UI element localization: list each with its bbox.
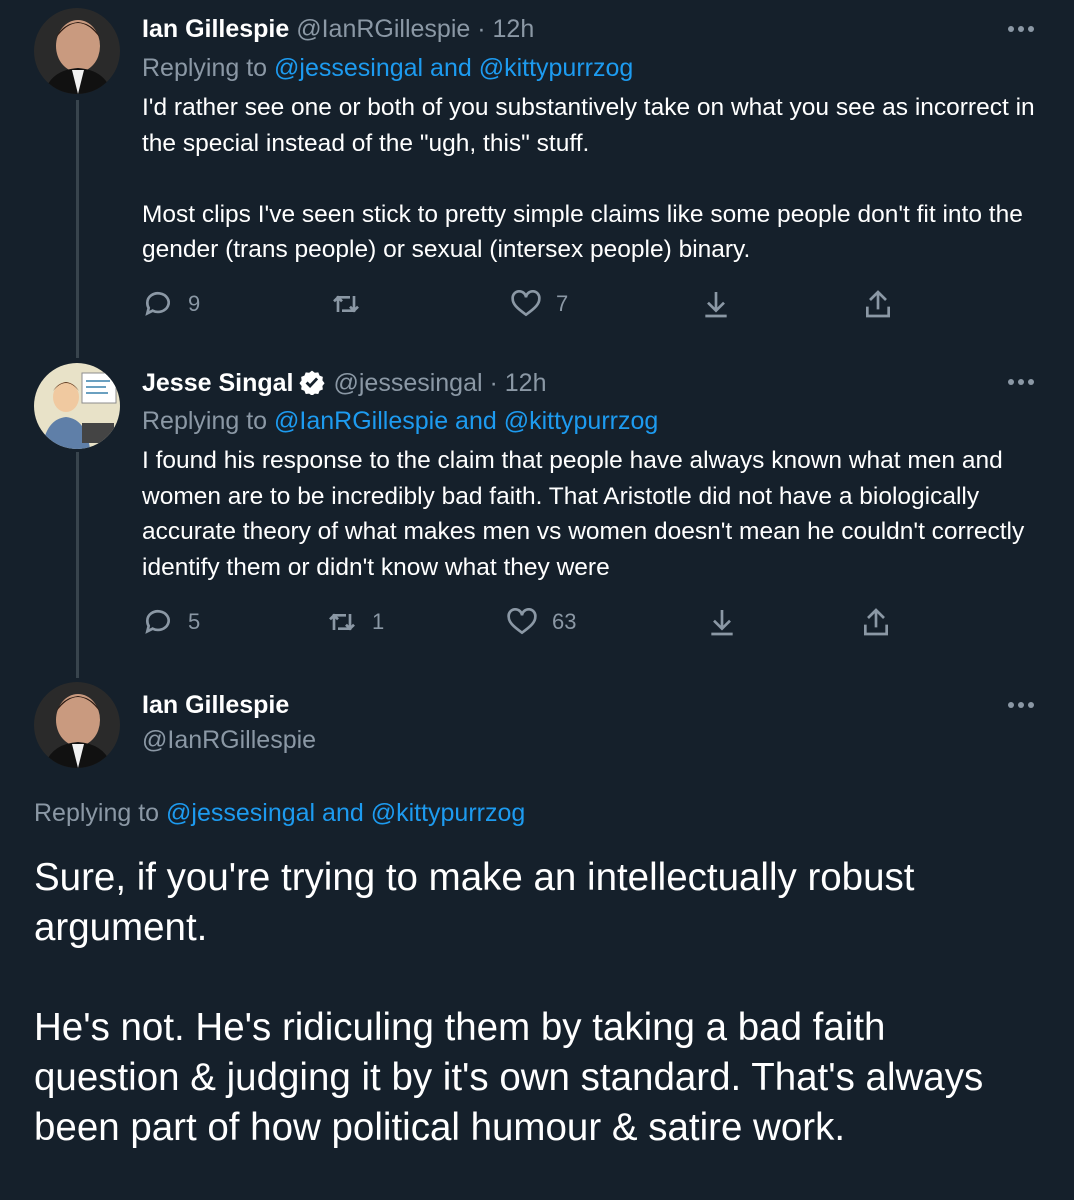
focus-tweet-text: Sure, if you're trying to make an intell… [34, 856, 984, 1149]
share-button[interactable] [862, 288, 894, 320]
replying-to-users[interactable]: @jessesingal and @kittypurrzog [166, 799, 525, 827]
avatar[interactable] [34, 8, 120, 94]
reply-count: 5 [188, 609, 201, 634]
download-icon [705, 292, 727, 318]
reply-icon [145, 291, 170, 316]
replying-to-label: Replying to [34, 799, 160, 827]
download-icon [711, 610, 733, 636]
like-count: 63 [552, 609, 577, 634]
retweet-icon [329, 613, 355, 631]
retweet-button[interactable] [330, 288, 376, 320]
share-icon [864, 608, 888, 636]
replying-to-users[interactable]: @jessesingal and @kittypurrzog [274, 54, 633, 82]
author-handle[interactable]: @IanRGillespie [296, 15, 470, 43]
timestamp[interactable]: · 12h [490, 369, 547, 397]
avatar[interactable] [34, 363, 120, 449]
like-icon [511, 290, 541, 317]
reply-button[interactable]: 5 [142, 606, 200, 638]
verified-badge-icon [299, 370, 326, 395]
retweet-count: 1 [372, 609, 385, 634]
reply-button[interactable]: 9 [142, 288, 200, 320]
reply-icon [145, 609, 170, 634]
like-button[interactable]: 7 [510, 288, 568, 320]
like-button[interactable]: 63 [506, 606, 576, 638]
like-count: 7 [556, 291, 569, 316]
author-name[interactable]: Ian Gillespie [142, 691, 289, 719]
replying-to-label: Replying to [142, 407, 268, 435]
reply-count: 9 [188, 291, 201, 316]
more-icon[interactable] [1008, 700, 1038, 710]
share-icon [866, 290, 890, 318]
more-icon[interactable] [1008, 24, 1038, 34]
author-name[interactable]: Jesse Singal [142, 369, 293, 397]
author-handle[interactable]: @IanRGillespie [142, 726, 316, 754]
author-handle[interactable]: @jessesingal [333, 369, 482, 397]
tweet-text: I found his response to the claim that p… [142, 447, 1025, 581]
tweet[interactable]: Jesse Singal @jessesingal · 12h Replying … [0, 345, 1074, 665]
author-name[interactable]: Ian Gillespie [142, 15, 289, 43]
more-icon[interactable] [1008, 377, 1038, 387]
download-button[interactable] [700, 288, 732, 320]
download-button[interactable] [706, 606, 738, 638]
retweet-icon [333, 295, 359, 313]
replying-to-label: Replying to [142, 54, 268, 82]
focus-tweet[interactable]: Ian Gillespie @IanRGillespie Replying to… [0, 668, 1074, 1200]
avatar[interactable] [34, 682, 120, 768]
like-icon [507, 608, 537, 635]
retweet-button[interactable]: 1 [326, 606, 384, 638]
tweet-text: I'd rather see one or both of you substa… [142, 94, 1035, 263]
timestamp[interactable]: · 12h [477, 15, 534, 43]
replying-to-users[interactable]: @IanRGillespie and @kittypurrzog [274, 407, 658, 435]
share-button[interactable] [860, 606, 892, 638]
tweet[interactable]: Ian Gillespie @IanRGillespie · 12h Reply… [0, 0, 1074, 345]
